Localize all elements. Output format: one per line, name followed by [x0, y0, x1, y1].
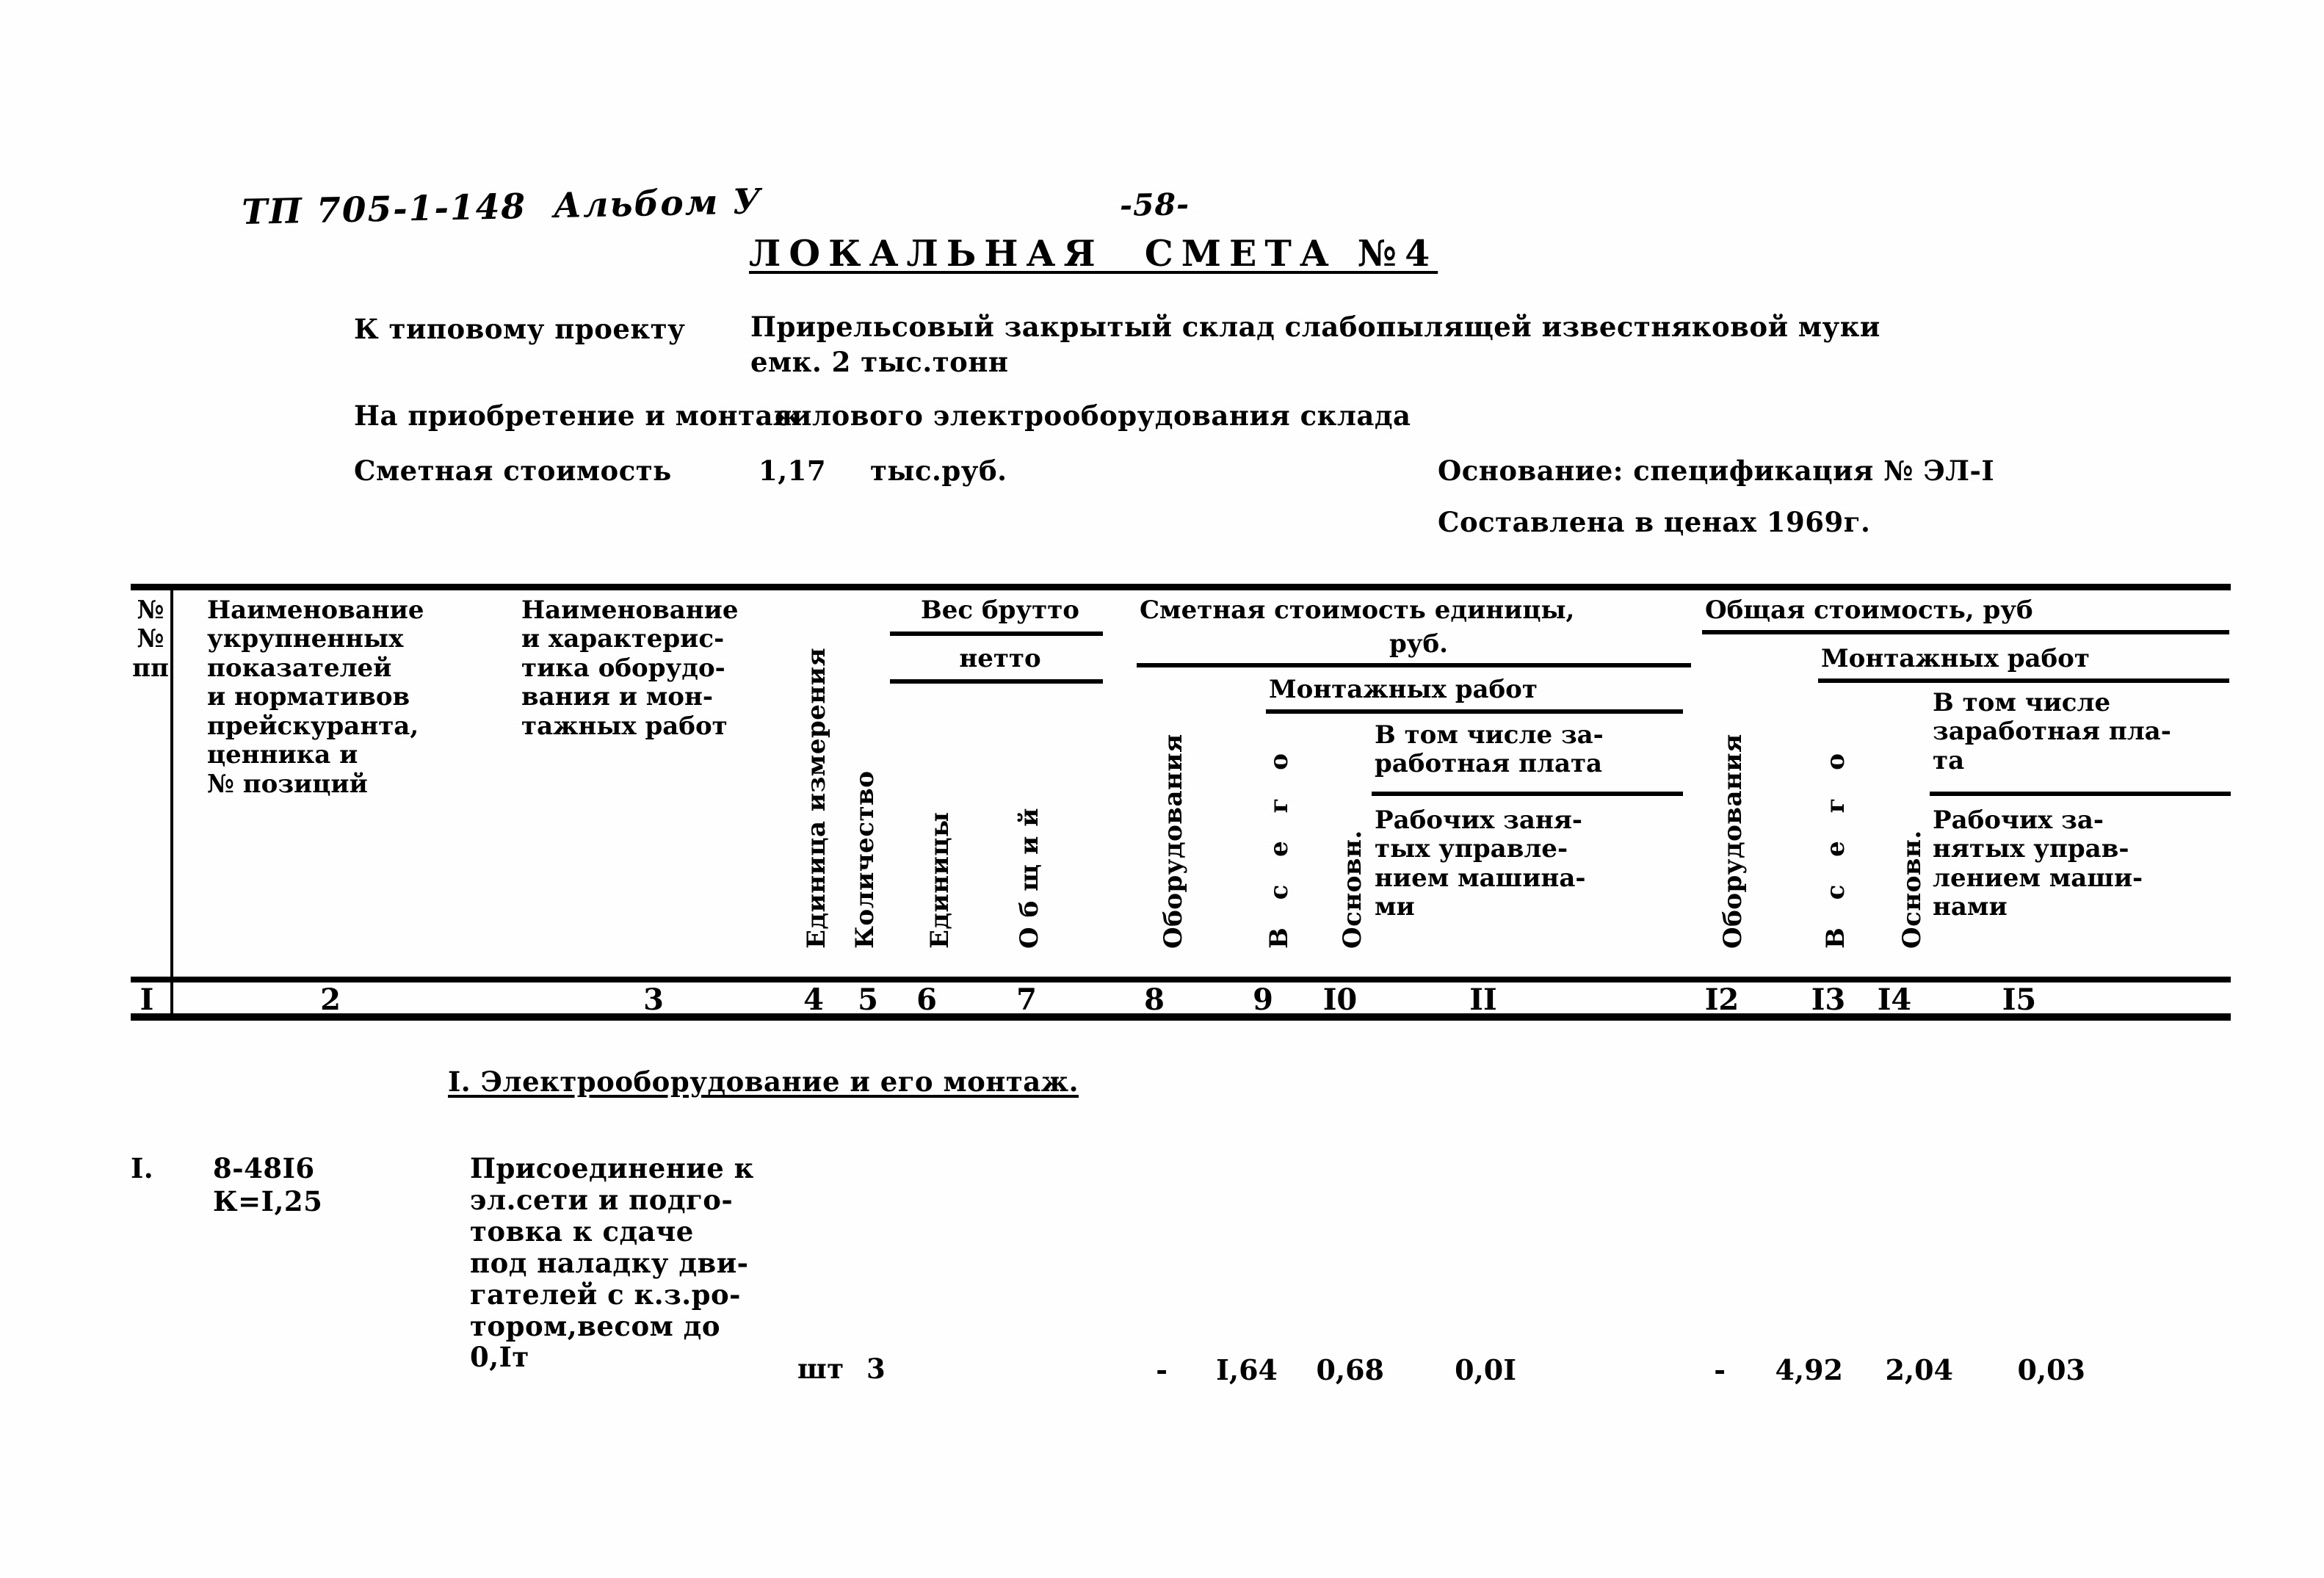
page-number: -58-: [1119, 187, 1190, 223]
to-project-value-line2: емк. 2 тыс.тонн: [750, 346, 1009, 378]
row1-unit-equipment: -: [1156, 1353, 1168, 1386]
row1-quantity: 3: [866, 1353, 886, 1385]
total-cost-group-rule: [1702, 630, 2229, 634]
colnum-9: 9: [1253, 982, 1273, 1017]
header-group-unit-cost-rub: руб.: [1389, 629, 1449, 659]
header-group-unit-install: Монтажных работ: [1269, 675, 1538, 704]
project-code: ТП 705-1-148 Альбом У: [241, 181, 763, 233]
weight-group-rule: [890, 631, 1103, 636]
col1-separator-lower: [170, 982, 173, 1013]
header-col-10-text: В том числе за- работная плата: [1375, 720, 1604, 779]
header-col-14-vertical: Основн.: [1897, 830, 1927, 949]
header-group-weight: Вес брутто: [921, 596, 1079, 625]
colnum-11: II: [1469, 982, 1497, 1017]
colnum-3: 3: [643, 982, 664, 1017]
header-col-1: №№ пп: [132, 596, 169, 683]
colnum-8: 8: [1144, 982, 1165, 1017]
colnum-13: I3: [1811, 982, 1846, 1017]
colnum-7: 7: [1016, 982, 1037, 1017]
page-title: ЛОКАЛЬНАЯ СМЕТА №4: [749, 232, 1438, 275]
colnum-4: 4: [803, 982, 824, 1017]
estimate-cost-unit: тыс.руб.: [870, 455, 1007, 487]
colnum-12: I2: [1704, 982, 1740, 1017]
header-col-5: Количество: [850, 770, 880, 949]
colnum-6: 6: [916, 982, 937, 1017]
header-group-total-install: Монтажных работ: [1821, 644, 2090, 673]
header-col-9: В с е г о: [1264, 744, 1294, 949]
header-col-13: В с е г о: [1821, 744, 1850, 949]
colnum-15: I5: [2002, 982, 2037, 1017]
header-group-total-cost: Общая стоимость, руб: [1705, 596, 2033, 625]
section-heading-electrical: I. Электрооборудование и его монтаж.: [448, 1065, 1079, 1098]
header-group-unit-cost: Сметная стоимость единицы,: [1140, 596, 1575, 625]
row1-unit: шт: [797, 1353, 844, 1385]
header-col-10-vertical: Основн.: [1338, 830, 1367, 949]
colnum-5: 5: [858, 982, 878, 1017]
colnum-2: 2: [320, 982, 341, 1017]
prices-line: Составлена в ценах 1969г.: [1438, 506, 1871, 538]
header-col-8: Оборудования: [1159, 734, 1188, 949]
row1-total-install-total: 4,92: [1775, 1353, 1843, 1386]
basis-line: Основание: спецификация № ЭЛ-I: [1438, 455, 1995, 487]
row1-total-install-base: 2,04: [1885, 1353, 1953, 1386]
unit-cost-group-rule: [1137, 663, 1691, 667]
estimate-cost-label: Сметная стоимость: [354, 455, 672, 487]
table-top-rule: [131, 584, 2231, 590]
colnum-1: I: [140, 982, 154, 1017]
colnum-14: I4: [1877, 982, 1912, 1017]
header-col-11-text: Рабочих заня- тых управле- нием машина- …: [1375, 806, 1586, 922]
purpose-value: силового электрооборудования склада: [775, 399, 1411, 432]
unit-wage-rule: [1372, 792, 1683, 796]
header-col-6: Единицы: [925, 811, 955, 949]
row1-code-line2: К=I,25: [213, 1185, 323, 1217]
table-header-bottom-rule: [131, 977, 2231, 982]
unit-install-rule: [1266, 709, 1683, 714]
header-group-weight-net: нетто: [959, 644, 1041, 673]
total-wage-rule: [1930, 792, 2231, 796]
row1-total-equipment: -: [1714, 1353, 1726, 1386]
header-col-15-text: Рабочих за- нятых управ- лением маши- на…: [1933, 806, 2143, 922]
header-col-4: Единица измерения: [802, 647, 831, 949]
weight-net-rule: [890, 679, 1103, 684]
header-col-12: Оборудования: [1718, 734, 1748, 949]
estimate-cost-value: 1,17: [759, 455, 827, 487]
to-project-value-line1: Прирельсовый закрытый склад слабопылящей…: [750, 311, 1880, 343]
row1-unit-install-total: I,64: [1216, 1353, 1278, 1386]
row1-unit-install-machines: 0,0I: [1455, 1353, 1516, 1386]
total-install-rule: [1818, 678, 2229, 683]
row1-description: Присоединение к эл.сети и подго- товка к…: [470, 1152, 754, 1374]
header-col-3: Наименование и характерис- тика оборудо-…: [521, 596, 739, 741]
row1-code-line1: 8-48I6: [213, 1152, 315, 1184]
row1-no: I.: [131, 1152, 154, 1184]
purpose-label: На приобретение и монтаж: [354, 399, 801, 432]
to-project-label: К типовому проекту: [354, 313, 686, 345]
header-col-7: Общий: [1015, 798, 1044, 949]
colnum-10: I0: [1322, 982, 1358, 1017]
header-col-14-text: В том числе заработная пла- та: [1933, 688, 2171, 775]
document-page: ТП 705-1-148 Альбом У -58- ЛОКАЛЬНАЯ СМЕ…: [0, 0, 2324, 1578]
row1-unit-install-base: 0,68: [1316, 1353, 1384, 1386]
header-col-2: Наименование укрупненных показателей и н…: [207, 596, 424, 799]
row1-total-install-machines: 0,03: [2017, 1353, 2085, 1386]
